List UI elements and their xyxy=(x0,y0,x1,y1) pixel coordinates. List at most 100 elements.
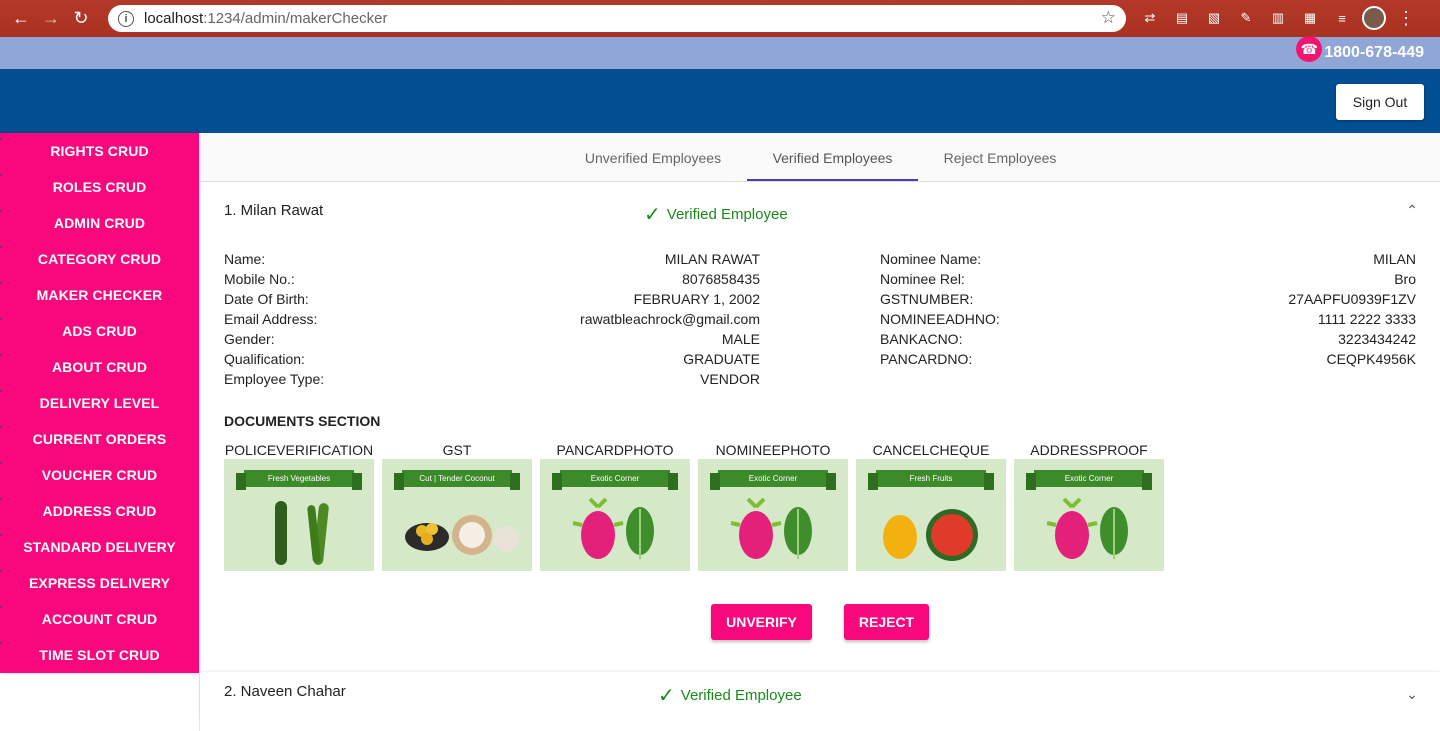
detail-value: 27AAPFU0939F1ZV xyxy=(1288,291,1416,307)
sidebar-item-time-slot-crud[interactable]: TIME SLOT CRUD xyxy=(0,637,199,673)
detail-label: Nominee Rel: xyxy=(880,271,965,287)
documents-section-title: DOCUMENTS SECTION xyxy=(224,413,381,429)
phone-number: 1800-678-449 xyxy=(1324,44,1424,61)
sign-out-button[interactable]: Sign Out xyxy=(1336,84,1424,120)
document-image[interactable]: Fresh Vegetables xyxy=(224,459,374,571)
url-path: :1234/admin/makerChecker xyxy=(203,10,388,27)
detail-label: Gender: xyxy=(224,331,275,347)
sidebar-item-voucher-crud[interactable]: VOUCHER CRUD xyxy=(0,457,199,493)
fruits-image xyxy=(883,509,978,561)
detail-row: Employee Type: VENDOR xyxy=(224,369,760,389)
sidebar-item-about-crud[interactable]: ABOUT CRUD xyxy=(0,349,199,385)
extension-icon[interactable]: ▤ xyxy=(1170,6,1194,30)
sidebar-item-standard-delivery[interactable]: STANDARD DELIVERY xyxy=(0,529,199,565)
sidebar-item-category-crud[interactable]: CATEGORY CRUD xyxy=(0,241,199,277)
document-card[interactable]: CANCELCHEQUE Fresh Fruits xyxy=(856,441,1006,571)
extension-icon[interactable]: ▥ xyxy=(1266,6,1290,30)
sidebar-item-rights-crud[interactable]: RIGHTS CRUD xyxy=(0,133,199,169)
app-header: Sign Out xyxy=(0,69,1440,133)
tab-unverified-employees[interactable]: Unverified Employees xyxy=(558,133,748,182)
sidebar-item-express-delivery[interactable]: EXPRESS DELIVERY xyxy=(0,565,199,601)
detail-row: BANKACNO: 3223434242 xyxy=(880,329,1416,349)
coconut-image xyxy=(405,515,519,555)
detail-row: Qualification: GRADUATE xyxy=(224,349,760,369)
detail-label: Date Of Birth: xyxy=(224,291,309,307)
extension-icon[interactable]: ⇄ xyxy=(1138,6,1162,30)
phone-icon: ☎ xyxy=(1296,36,1323,62)
detail-value: CEQPK4956K xyxy=(1326,351,1417,367)
document-card[interactable]: PANCARDPHOTO Exotic Corner xyxy=(540,441,690,571)
detail-value: 1111 2222 3333 xyxy=(1317,311,1416,327)
sidebar-item-account-crud[interactable]: ACCOUNT CRUD xyxy=(0,601,199,637)
address-bar[interactable]: i localhost:1234/admin/makerChecker ☆ xyxy=(108,5,1126,32)
detail-row: Name: MILAN RAWAT xyxy=(224,249,760,269)
document-image[interactable]: Exotic Corner xyxy=(1014,459,1164,571)
extension-icon[interactable]: ≡ xyxy=(1330,6,1354,30)
detail-row: Date Of Birth: FEBRUARY 1, 2002 xyxy=(224,289,760,309)
status-badge: ✓ Verified Employee xyxy=(658,683,802,708)
reload-icon[interactable]: ↻ xyxy=(66,4,96,34)
sidebar-item-maker-checker[interactable]: MAKER CHECKER xyxy=(0,277,199,313)
detail-label: PANCARDNO: xyxy=(880,351,973,367)
sidebar-item-ads-crud[interactable]: ADS CRUD xyxy=(0,313,199,349)
document-card[interactable]: POLICEVERIFICATION Fresh Vegetables xyxy=(224,441,374,571)
extension-icon[interactable]: ✎ xyxy=(1234,6,1258,30)
document-image[interactable]: Exotic Corner xyxy=(540,459,690,571)
detail-label: Email Address: xyxy=(224,311,318,327)
back-arrow-icon[interactable]: ← xyxy=(6,4,36,34)
detail-label: Nominee Name: xyxy=(880,251,982,267)
detail-label: Mobile No.: xyxy=(224,271,295,287)
reject-button[interactable]: REJECT xyxy=(844,604,929,640)
dragonfruit-image xyxy=(730,497,812,559)
document-label: CANCELCHEQUE xyxy=(872,442,990,458)
employee-details-left: Name: MILAN RAWAT Mobile No.: 8076858435 D… xyxy=(224,249,760,389)
document-card[interactable]: GST Cut | Tender Coconut xyxy=(382,441,532,571)
detail-row: Gender: MALE xyxy=(224,329,760,349)
status-text: Verified Employee xyxy=(666,206,788,223)
document-image[interactable]: Exotic Corner xyxy=(698,459,848,571)
calendar-icon[interactable]: ▦ xyxy=(1298,6,1322,30)
document-label: ADDRESSPROOF xyxy=(1030,442,1148,458)
contact-strip: ☎ 1800-678-449 xyxy=(0,36,1440,69)
document-card[interactable]: ADDRESSPROOF Exotic Corner xyxy=(1014,441,1164,571)
url-host: localhost xyxy=(144,10,204,27)
document-image[interactable]: Cut | Tender Coconut xyxy=(382,459,532,571)
document-label: GST xyxy=(442,442,472,458)
employee-tabs: Unverified Employees Verified Employees … xyxy=(200,133,1440,182)
detail-label: Name: xyxy=(224,251,266,267)
chevron-up-icon[interactable]: ⌃ xyxy=(1406,202,1418,219)
document-card[interactable]: NOMINEEPHOTO Exotic Corner xyxy=(698,441,848,571)
detail-row: Nominee Rel: Bro xyxy=(880,269,1416,289)
document-image[interactable]: Fresh Fruits xyxy=(856,459,1006,571)
employee-details-right: Nominee Name: MILAN Nominee Rel: Bro GSTNU… xyxy=(880,249,1416,369)
unverify-button[interactable]: UNVERIFY xyxy=(711,604,812,640)
profile-avatar[interactable] xyxy=(1362,6,1386,30)
document-label: NOMINEEPHOTO xyxy=(715,442,831,458)
sidebar-item-admin-crud[interactable]: ADMIN CRUD xyxy=(0,205,199,241)
employee-panel[interactable]: 2. Naveen Chahar ✓ Verified Employee ⌄ xyxy=(200,672,1440,720)
detail-value: FEBRUARY 1, 2002 xyxy=(633,291,760,307)
documents-gallery: POLICEVERIFICATION Fresh Vegetables GST … xyxy=(224,441,1164,571)
bookmark-star-icon[interactable]: ☆ xyxy=(1101,8,1116,28)
chevron-down-icon[interactable]: ⌄ xyxy=(1406,686,1418,703)
forward-arrow-icon[interactable]: → xyxy=(36,4,66,34)
detail-row: Nominee Name: MILAN xyxy=(880,249,1416,269)
detail-label: GSTNUMBER: xyxy=(880,291,974,307)
detail-value: 8076858435 xyxy=(682,271,760,287)
extensions-area: ⇄ ▤ ▧ ✎ ▥ ▦ ≡ ⋮ xyxy=(1138,6,1418,30)
sidebar-item-current-orders[interactable]: CURRENT ORDERS xyxy=(0,421,199,457)
detail-row: NOMINEEADHNO: 1111 2222 3333 xyxy=(880,309,1416,329)
tab-verified-employees[interactable]: Verified Employees xyxy=(747,133,918,182)
document-label: PANCARDPHOTO xyxy=(556,442,674,458)
employee-title[interactable]: 1. Milan Rawat xyxy=(224,202,323,219)
employee-title[interactable]: 2. Naveen Chahar xyxy=(224,683,346,700)
more-menu-icon[interactable]: ⋮ xyxy=(1394,6,1418,30)
dragonfruit-image xyxy=(572,497,654,559)
sidebar-item-delivery-level[interactable]: DELIVERY LEVEL xyxy=(0,385,199,421)
document-label: POLICEVERIFICATION xyxy=(224,442,374,458)
info-icon[interactable]: i xyxy=(118,10,134,27)
sidebar-item-address-crud[interactable]: ADDRESS CRUD xyxy=(0,493,199,529)
sidebar-item-roles-crud[interactable]: ROLES CRUD xyxy=(0,169,199,205)
tab-reject-employees[interactable]: Reject Employees xyxy=(918,133,1082,182)
extension-icon[interactable]: ▧ xyxy=(1202,6,1226,30)
